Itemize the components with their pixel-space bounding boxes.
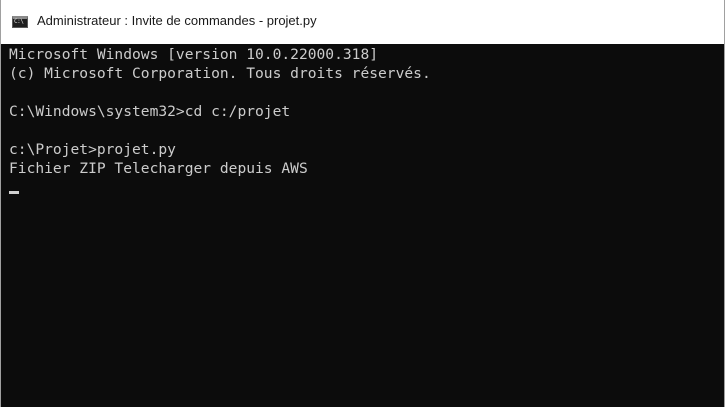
console-line: Microsoft Windows [version 10.0.22000.31… xyxy=(9,46,379,63)
console-line: c:\Projet>projet.py xyxy=(9,141,176,158)
title-bar[interactable]: C:\ Administrateur : Invite de commandes… xyxy=(1,0,724,44)
text-cursor xyxy=(9,191,19,194)
console-line: (c) Microsoft Corporation. Tous droits r… xyxy=(9,65,431,82)
console-output[interactable]: Microsoft Windows [version 10.0.22000.31… xyxy=(1,44,724,407)
cmd-window: C:\ Administrateur : Invite de commandes… xyxy=(0,0,725,407)
cmd-icon-glyph: C:\ xyxy=(14,18,24,25)
cmd-icon[interactable]: C:\ xyxy=(12,16,28,28)
console-line: C:\Windows\system32>cd c:/projet xyxy=(9,103,291,120)
console-line: Fichier ZIP Telecharger depuis AWS xyxy=(9,160,308,177)
prompt-line[interactable] xyxy=(9,178,724,197)
window-title: Administrateur : Invite de commandes - p… xyxy=(37,13,317,28)
